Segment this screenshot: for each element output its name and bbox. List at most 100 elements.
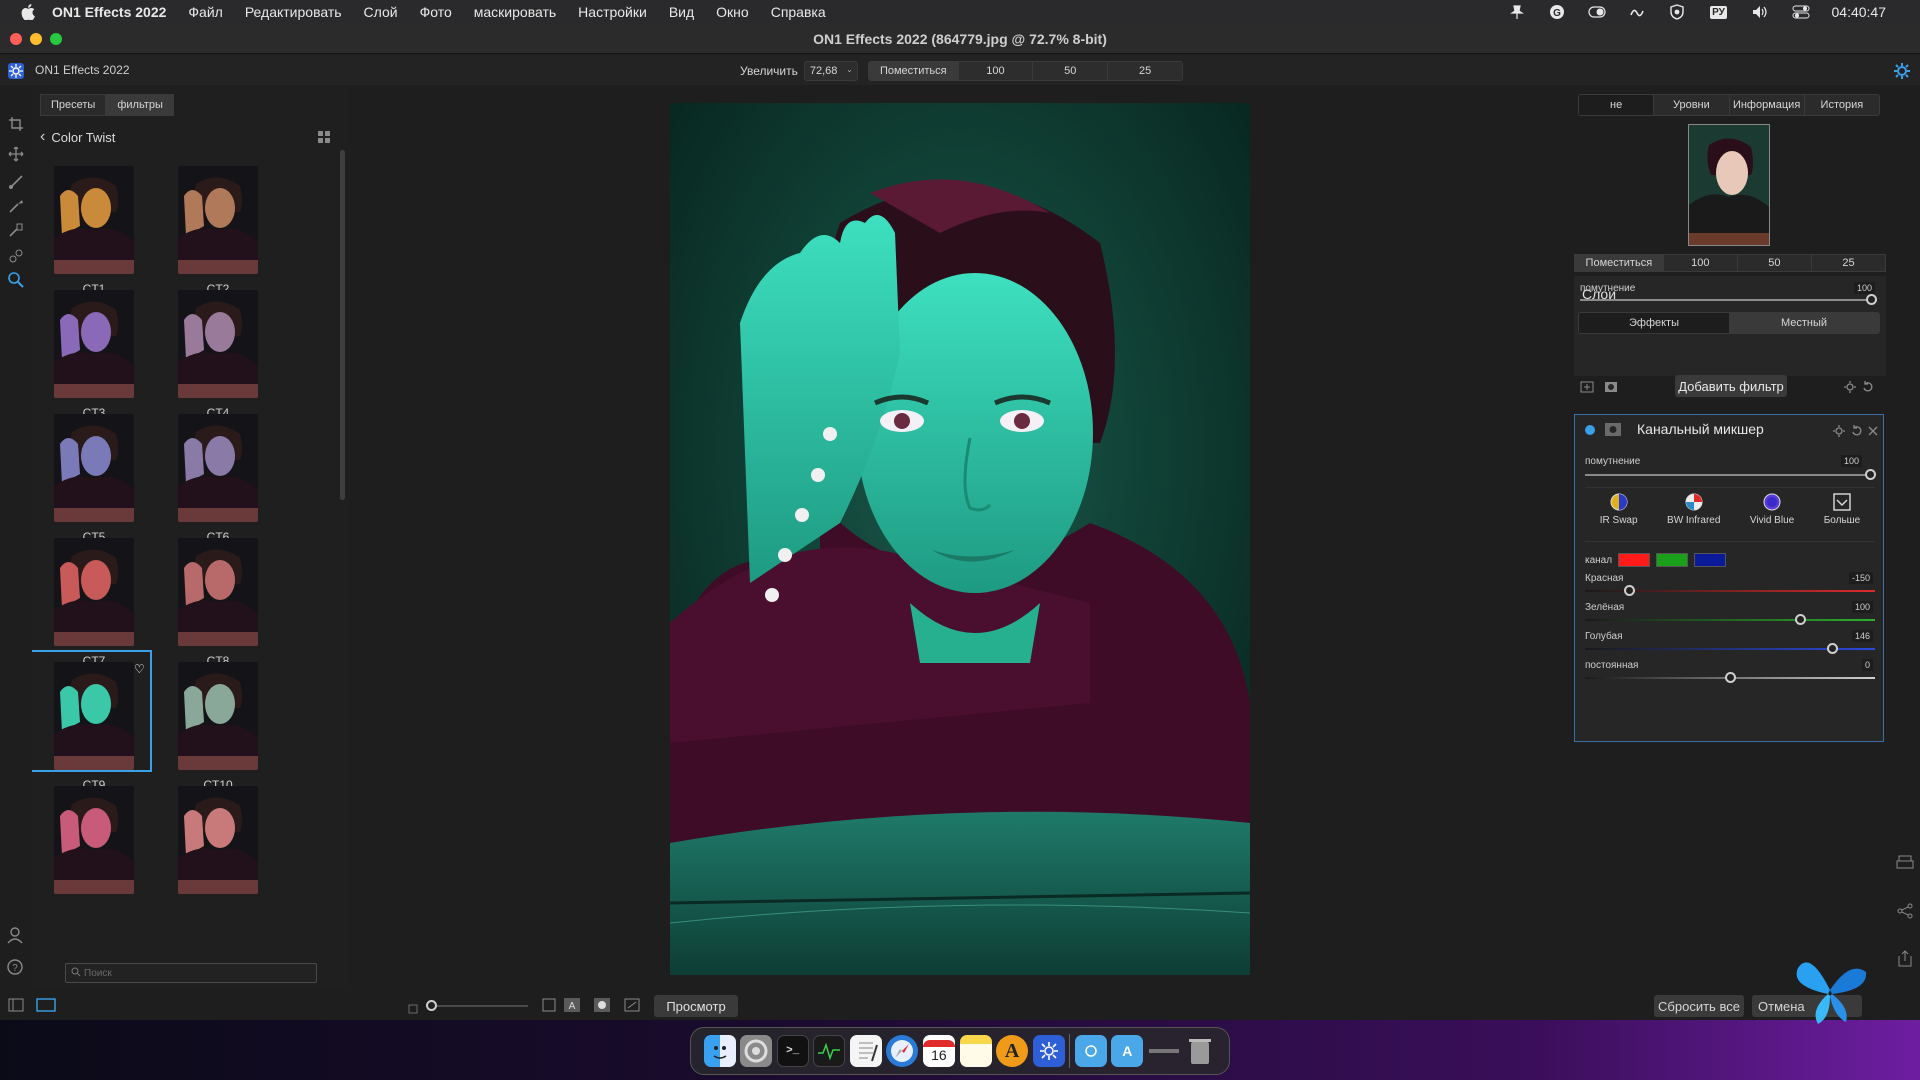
preset-vivid-blue[interactable]: Vivid Blue [1750,493,1794,543]
input-source-icon[interactable]: РУ [1708,5,1730,19]
tab-history[interactable]: История [1804,95,1879,115]
filter-opacity-knob[interactable] [1865,469,1876,480]
toggle-icon[interactable] [1587,5,1606,19]
minimize-window-button[interactable] [30,33,42,45]
crop-tool-icon[interactable] [6,114,26,134]
mask-overlay-icon[interactable] [594,998,610,1017]
nav-zoom-50-button[interactable]: 50 [1737,255,1812,271]
navigator-thumbnail[interactable] [1688,124,1770,246]
preset-thumbnail[interactable]: CT8 [156,530,276,670]
tab-filters[interactable]: фильтры [106,94,174,116]
layer-opacity-knob[interactable] [1866,294,1877,305]
pin-icon[interactable] [1508,5,1526,19]
menu-edit[interactable]: Редактировать [245,4,342,20]
close-window-button[interactable] [10,33,22,45]
menu-clock[interactable]: 04:40:47 [1832,4,1887,20]
preset-thumbnail[interactable]: ♡ CT9 [32,650,152,794]
thumb-size-knob[interactable] [426,1000,437,1011]
activity-monitor-icon[interactable] [813,1035,846,1067]
shield-icon[interactable] [1668,4,1686,20]
view-zoom-tool-icon[interactable] [6,270,26,290]
left-panel-toggle-icon[interactable] [8,998,24,1017]
zoom-50-button[interactable]: 50 [1033,62,1109,80]
mixer-slider-knob[interactable] [1725,672,1736,683]
filter-opacity-track[interactable] [1585,474,1875,476]
preset-thumbnail[interactable]: CT3 [32,282,152,422]
export-icon[interactable] [1895,949,1915,969]
channel-blue-swatch[interactable] [1694,553,1727,567]
preset-ir-swap[interactable]: IR Swap [1600,493,1638,543]
filter-mask-icon[interactable] [1605,423,1621,436]
tab-navigator[interactable]: не [1579,95,1655,115]
menu-help[interactable]: Справка [771,4,826,20]
single-view-icon[interactable] [542,998,556,1017]
tab-info[interactable]: Информация [1729,95,1805,115]
system-preferences-icon[interactable] [740,1035,773,1067]
back-chevron-icon[interactable]: ‹ [40,128,45,146]
mixer-slider-value[interactable]: 100 [1851,601,1873,613]
text-overlay-icon[interactable]: A [564,998,580,1017]
move-tool-icon[interactable] [6,144,26,164]
mixer-slider-value[interactable]: -150 [1848,572,1873,584]
downloads-folder-icon[interactable] [1074,1035,1107,1067]
favorite-heart-icon[interactable]: ♡ [134,662,145,676]
zoom-100-button[interactable]: 100 [958,62,1034,80]
thumb-size-small-icon[interactable] [408,1001,418,1019]
grammarly-icon[interactable]: G [1548,5,1566,19]
mask-icon[interactable] [1604,380,1618,392]
zoom-value-dropdown[interactable]: 72,68 ⌄ [803,61,858,81]
zoom-25-button[interactable]: 25 [1108,62,1182,80]
preset-thumbnail[interactable]: CT5 [32,406,152,546]
layer-reset-icon[interactable] [1862,380,1874,392]
share-icon[interactable] [1895,901,1915,921]
menu-layer[interactable]: Слой [364,4,398,20]
clone-stamp-icon[interactable] [6,246,26,266]
mixer-slider-track[interactable] [1585,619,1875,621]
preset-thumbnail[interactable]: CT6 [156,406,276,546]
preset-thumbnail[interactable] [156,778,276,918]
mixer-slider-value[interactable]: 0 [1861,659,1873,671]
menu-mask[interactable]: маскировать [474,4,556,20]
compare-view-icon[interactable] [624,998,640,1017]
nav-zoom-100-button[interactable]: 100 [1663,255,1738,271]
nav-fit-button[interactable]: Поместиться [1575,255,1664,271]
filter-close-icon[interactable] [1867,424,1879,442]
thumbnail-scrollbar[interactable] [340,150,345,500]
preset-thumbnail[interactable]: CT7 [32,530,152,670]
add-filter-button[interactable]: Добавить фильтр [1675,375,1787,397]
layer-settings-gear-icon[interactable] [1844,380,1856,393]
tab-local[interactable]: Местный [1729,313,1879,333]
menu-photo[interactable]: Фото [420,4,452,20]
zoom-window-button[interactable] [50,33,62,45]
font-app-icon[interactable]: A [996,1035,1029,1067]
applications-folder-icon[interactable]: A [1111,1035,1144,1067]
thumb-size-slider[interactable] [428,1005,528,1007]
mixer-slider-knob[interactable] [1794,614,1806,625]
preset-bw-infrared[interactable]: BW Infrared [1667,493,1720,543]
volume-icon[interactable] [1752,5,1770,19]
menu-file[interactable]: Файл [188,4,222,20]
preset-thumbnail[interactable] [32,778,152,918]
user-icon[interactable] [6,926,26,946]
menu-window[interactable]: Окно [716,4,749,20]
mask-add-icon[interactable] [1580,380,1594,393]
preset-thumbnail[interactable]: CT1 [32,158,152,298]
nav-zoom-25-button[interactable]: 25 [1811,255,1885,271]
apple-menu-icon[interactable] [18,2,38,22]
channel-green-swatch[interactable] [1656,553,1689,567]
layer-opacity-value[interactable]: 100 [1854,282,1876,294]
tab-presets[interactable]: Пресеты [40,94,107,116]
finder-icon[interactable] [703,1035,736,1067]
mixer-slider-knob[interactable] [1826,643,1838,654]
control-center-icon[interactable] [1792,5,1810,19]
help-icon[interactable]: ? [6,958,26,978]
grid-view-icon[interactable] [318,131,330,143]
preset-more[interactable]: Больше [1824,493,1860,543]
filter-enabled-dot-icon[interactable] [1585,425,1595,435]
menu-app-name[interactable]: ON1 Effects 2022 [52,4,166,20]
filter-opacity-value[interactable]: 100 [1841,455,1863,467]
preset-thumbnail[interactable]: CT4 [156,282,276,422]
tab-effects[interactable]: Эффекты [1579,313,1729,333]
filter-gear-icon[interactable] [1833,424,1845,442]
filmstrip-view-icon[interactable] [36,998,56,1017]
